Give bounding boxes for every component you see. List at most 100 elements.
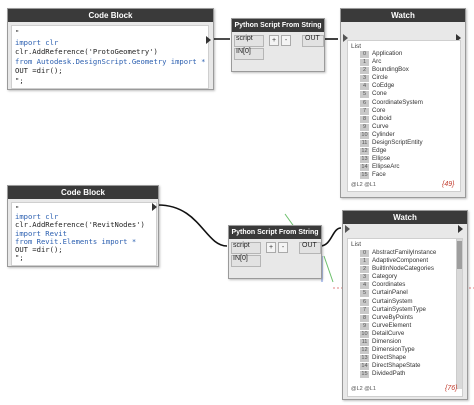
add-input-button[interactable]: + (269, 35, 279, 46)
code-line: clr.AddReference('ProtoGeometry') (15, 47, 158, 56)
list-item-label: Coordinates (372, 281, 406, 289)
python-script-node-2[interactable]: Python Script From String script IN[0] +… (228, 225, 322, 279)
code-block-node-1[interactable]: Code Block " import clr clr.AddReference… (7, 8, 214, 90)
list-item: 11 Dimension (360, 338, 454, 347)
code-line: OUT =dir(); (15, 66, 63, 75)
code-line: "; (15, 75, 24, 85)
list-item-label: Arc (372, 58, 382, 66)
watch-item-list: 0 Application 1 Arc 2 BoundingBox 3 Circle 4 CoEd… (360, 50, 450, 180)
list-index: 10 (360, 131, 369, 139)
list-item-label: AbstractFamilyInstance (372, 249, 437, 256)
list-item: 3 Category (360, 273, 454, 282)
list-index: 11 (360, 339, 369, 347)
scrollbar-thumb[interactable] (457, 241, 462, 269)
watch-preview-2[interactable]: List 0 AbstractFamilyInstance 1 AdaptiveCom… (347, 238, 463, 397)
list-index: 13 (360, 156, 369, 164)
remove-input-button[interactable]: - (278, 242, 288, 253)
list-item-label: EllipseArc (372, 163, 400, 171)
list-item: 4 CoEdge (360, 82, 450, 91)
list-item-label: CurtainSystemType (372, 305, 426, 313)
list-item-label: DesignScriptEntity (372, 139, 423, 147)
watch-node-1[interactable]: Watch List 0 Application 1 Arc 2 BoundingBox 3… (340, 8, 466, 198)
list-item-label: DividedPath (372, 370, 406, 378)
list-item: 8 Cuboid (360, 115, 450, 123)
add-input-button[interactable]: + (266, 242, 276, 253)
list-label: List (351, 241, 362, 248)
list-index: 2 (360, 266, 369, 274)
list-index: 11 (360, 140, 369, 148)
node-title: Watch (341, 9, 465, 22)
code-line: "; (15, 253, 24, 263)
list-item: 8 CurveByPoints (360, 314, 454, 322)
list-item-label: BoundingBox (372, 66, 409, 74)
list-item-label: CoEdge (372, 82, 395, 90)
watch-scrollbar[interactable] (456, 239, 462, 389)
list-index: 0 (360, 51, 369, 58)
watch-node-2[interactable]: Watch List 0 AbstractFamilyInstance 1 Adapt… (342, 210, 468, 400)
reference-line-green-2 (323, 255, 334, 283)
input-port-label: script (236, 35, 253, 42)
list-item: 3 Circle (360, 74, 450, 83)
list-item: 6 CoordinateSystem (360, 99, 450, 107)
list-index: 3 (360, 75, 369, 83)
node-title: Code Block (8, 9, 213, 22)
list-item-label: CurveByPoints (372, 313, 413, 321)
remove-input-button[interactable]: - (281, 35, 291, 46)
list-index: 4 (360, 83, 369, 91)
output-port-label: OUT (305, 35, 320, 42)
list-index: 2 (360, 67, 369, 75)
input-port-label: script (233, 242, 250, 249)
list-item: 13 DirectShape (360, 354, 454, 363)
list-item: 1 Arc (360, 58, 450, 67)
output-port-arrow[interactable] (206, 36, 211, 44)
node-title: Python Script From String (232, 19, 324, 32)
output-port-label: OUT (302, 242, 317, 249)
list-item-label: BuiltInNodeCategories (372, 265, 434, 273)
watch-preview-1[interactable]: List 0 Application 1 Arc 2 BoundingBox 3 Circle… (347, 40, 461, 192)
code-line: import clr (15, 37, 59, 47)
list-item: 6 CurtainSystem (360, 298, 454, 306)
list-item-label: DimensionType (372, 346, 415, 354)
list-item: 11 DesignScriptEntity (360, 139, 450, 148)
code-editor-2[interactable]: " import clr clr.AddReference('RevitNode… (11, 202, 157, 266)
list-index: 7 (360, 306, 369, 314)
item-count: {49} (442, 181, 455, 188)
list-item-label: Ellipse (372, 155, 391, 163)
list-item: 10 Cylinder (360, 131, 450, 139)
list-index: 8 (360, 314, 369, 322)
code-block-node-2[interactable]: Code Block " import clr clr.AddReference… (7, 185, 159, 267)
list-index: 1 (360, 59, 369, 67)
list-item: 9 Curve (360, 123, 450, 131)
list-index: 7 (360, 107, 369, 115)
item-count: {76} (445, 385, 458, 392)
list-index: 8 (360, 115, 369, 123)
list-item: 7 CurtainSystemType (360, 306, 454, 314)
code-editor-1[interactable]: " import clr clr.AddReference('ProtoGeom… (11, 25, 209, 89)
list-index: 3 (360, 274, 369, 282)
input-port-label: IN[0] (233, 255, 248, 262)
list-item: 10 DetailCurve (360, 330, 454, 338)
list-item-label: Category (372, 273, 398, 281)
list-index: 15 (360, 371, 369, 379)
list-item: 14 DirectShapeState (360, 362, 454, 371)
list-item-label: Circle (372, 74, 388, 82)
list-item-label: CurtainPanel (372, 289, 408, 297)
list-index: 5 (360, 290, 369, 298)
list-item: 12 DimensionType (360, 346, 454, 355)
python-script-node-1[interactable]: Python Script From String script IN[0] +… (231, 18, 325, 72)
list-item-label: CoordinateSystem (372, 98, 423, 106)
wire-python2-to-watch2 (319, 227, 342, 247)
list-item: 0 AbstractFamilyInstance (360, 249, 454, 257)
list-index: 10 (360, 330, 369, 338)
list-item-label: Curve (372, 122, 389, 130)
watch-item-list: 0 AbstractFamilyInstance 1 AdaptiveComponen… (360, 249, 454, 379)
output-port-arrow[interactable] (458, 225, 463, 233)
code-line: " (15, 28, 20, 37)
output-port-arrow[interactable] (152, 203, 157, 211)
list-index: 9 (360, 322, 369, 330)
list-item: 9 CurveElement (360, 322, 454, 330)
graph-canvas[interactable]: Code Block " import clr clr.AddReference… (0, 0, 474, 405)
input-port-arrow[interactable] (345, 225, 350, 233)
list-item: 5 Cone (360, 90, 450, 99)
list-item: 2 BoundingBox (360, 66, 450, 75)
